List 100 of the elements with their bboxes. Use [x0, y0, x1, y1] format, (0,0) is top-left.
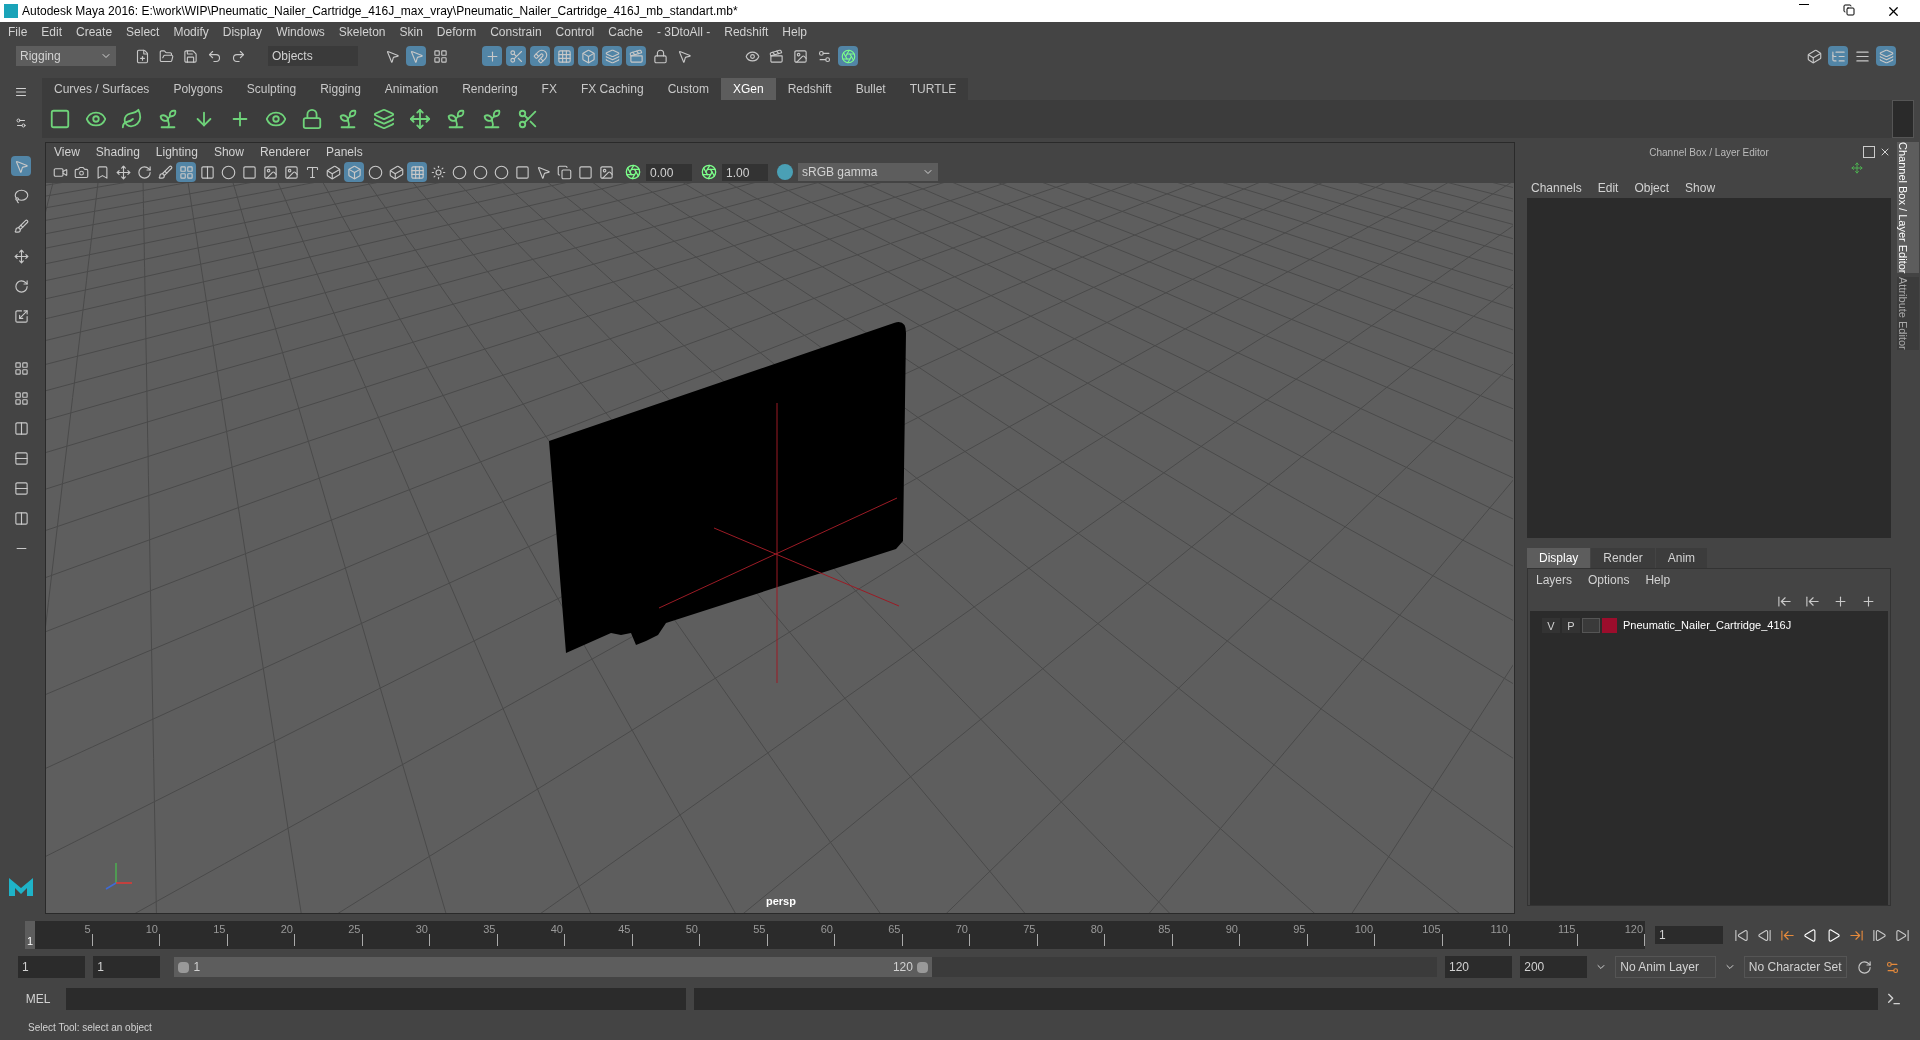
menu-item[interactable]: Modify — [173, 23, 209, 41]
float-button[interactable] — [1863, 146, 1875, 158]
range-handle-icon[interactable] — [178, 961, 190, 973]
menu-item[interactable]: Skeleton — [338, 23, 386, 41]
viewport-menu-item[interactable]: Show — [213, 143, 244, 161]
menu-item[interactable]: Help — [782, 23, 807, 41]
grid-icon[interactable] — [176, 162, 196, 182]
layer-menu-item[interactable]: Help — [1645, 571, 1671, 589]
menu-item[interactable]: Redshift — [724, 23, 769, 41]
shelf-scrollbar[interactable] — [1892, 100, 1914, 138]
menu-item[interactable]: Control — [555, 23, 595, 41]
shelf-tab[interactable]: Curves / Surfaces — [42, 78, 162, 100]
menu-item[interactable]: Display — [222, 23, 263, 41]
layers-icon[interactable] — [372, 106, 396, 132]
playback-start-field[interactable]: 1 — [93, 956, 161, 978]
menu-item[interactable]: Create — [76, 23, 113, 41]
start-time-field[interactable]: 1 — [18, 956, 86, 978]
anim-layer-dropdown[interactable]: No Anim Layer — [1615, 956, 1716, 978]
select-tool-icon[interactable] — [11, 156, 31, 176]
shelf-tab[interactable]: Custom — [655, 78, 721, 100]
shelf-tab[interactable]: XGen — [720, 78, 776, 100]
range-slider-track[interactable]: 1 120 — [174, 957, 1437, 977]
layer-menu-item[interactable]: Layers — [1536, 571, 1573, 589]
gamma-icon[interactable] — [701, 164, 717, 180]
checker-icon[interactable] — [407, 162, 427, 182]
lock-icon[interactable] — [300, 106, 324, 132]
viewport-menu-item[interactable]: Renderer — [259, 143, 310, 161]
shelf-tab[interactable]: Redshift — [775, 78, 844, 100]
current-frame-field[interactable]: 1 — [1655, 926, 1723, 944]
menu-item[interactable]: Select — [126, 23, 160, 41]
channel-box-menu-item[interactable]: Edit — [1597, 179, 1619, 197]
menu-item[interactable]: Cache — [608, 23, 643, 41]
command-language-label[interactable]: MEL — [18, 990, 58, 1008]
menu-item[interactable]: Skin — [399, 23, 423, 41]
menu-item[interactable]: Constrain — [490, 23, 542, 41]
character-set-dropdown[interactable]: No Character Set — [1743, 956, 1847, 978]
cube-icon[interactable] — [344, 162, 364, 182]
layer-name[interactable]: Pneumatic_Nailer_Cartridge_416J — [1623, 616, 1792, 634]
gamma-field[interactable]: 1.00 — [722, 163, 768, 181]
color-space-dropdown[interactable]: sRGB gamma — [798, 163, 938, 181]
shelf-menu-icon[interactable] — [15, 85, 27, 98]
menu-item[interactable]: - 3DtoAll - — [656, 23, 711, 41]
settings-icon[interactable] — [15, 116, 27, 129]
shelf-tab[interactable]: TURTLE — [897, 78, 969, 100]
menu-item[interactable]: Edit — [41, 23, 63, 41]
frame-tick-label: 90 — [1225, 922, 1238, 937]
viewport-menu-item[interactable]: Shading — [95, 143, 140, 161]
end-time-field[interactable]: 200 — [1520, 956, 1588, 978]
command-input-field[interactable] — [66, 988, 686, 1010]
range-handle-icon[interactable] — [916, 961, 928, 973]
visibility-toggle[interactable]: V — [1542, 617, 1560, 633]
exposure-icon[interactable] — [625, 164, 641, 180]
viewport-3d[interactable]: persp — [46, 183, 1514, 913]
shelf-tab[interactable]: Polygons — [161, 78, 235, 100]
shelf-tab[interactable]: FX Caching — [568, 78, 656, 100]
range-slider-bar[interactable] — [174, 957, 932, 977]
close-button[interactable] — [1879, 146, 1891, 158]
grid-snap-icon[interactable] — [554, 46, 574, 66]
reference-toggle[interactable] — [1582, 617, 1600, 633]
viewport-menu-item[interactable]: Lighting — [155, 143, 198, 161]
arrows-icon[interactable] — [408, 106, 432, 132]
frame-tick-label: 15 — [213, 922, 226, 937]
layer-editor-tab[interactable]: Anim — [1655, 548, 1708, 568]
cross-icon[interactable] — [482, 46, 502, 66]
select-object-icon[interactable] — [406, 46, 426, 66]
side-tab[interactable]: Attribute Editor — [1897, 277, 1919, 351]
frame-tick-label: 100 — [1354, 922, 1373, 937]
layer-editor-tab[interactable]: Display — [1527, 548, 1591, 568]
viewport-menu-item[interactable]: Panels — [325, 143, 363, 161]
channel-box-menu-item[interactable]: Object — [1634, 179, 1670, 197]
shelf-tab[interactable]: Sculpting — [234, 78, 309, 100]
channel-box-menu-item[interactable]: Show — [1685, 179, 1716, 197]
exposure-field[interactable]: 0.00 — [646, 163, 692, 181]
selection-mode-field[interactable]: Objects — [268, 46, 358, 66]
menu-item[interactable]: Deform — [436, 23, 477, 41]
aperture-icon[interactable] — [838, 46, 858, 66]
playback-toggle[interactable]: P — [1562, 617, 1580, 633]
side-tab[interactable]: Channel Box / Layer Editor — [1897, 142, 1919, 274]
channel-box-icon[interactable] — [1876, 46, 1896, 66]
playback-end-field[interactable]: 120 — [1445, 956, 1513, 978]
viewport-menu-item[interactable]: View — [54, 143, 80, 161]
shelf-tab[interactable]: Rigging — [308, 78, 373, 100]
current-frame-marker[interactable]: 1 — [25, 921, 35, 949]
layer-color-swatch[interactable] — [1602, 617, 1617, 633]
time-ruler[interactable]: 1 5 10 15 20 25 30 35 40 45 50 55 60 65 70 75 80 85 90 95 100 105 110 115 120 — [25, 921, 1645, 949]
shelf-tab[interactable]: Animation — [372, 78, 451, 100]
layer-menu-item[interactable]: Options — [1588, 571, 1630, 589]
menu-item[interactable]: File — [8, 23, 28, 41]
layer-editor-tab[interactable]: Render — [1591, 548, 1655, 568]
clapper-icon[interactable] — [626, 46, 646, 66]
channel-box-menu-item[interactable]: Channels — [1531, 179, 1582, 197]
shelf-tab[interactable]: FX — [529, 78, 569, 100]
script-editor-icon[interactable] — [1886, 991, 1902, 1007]
layers-icon[interactable] — [602, 46, 622, 66]
shelf-tab[interactable]: Rendering — [450, 78, 530, 100]
menu-set-dropdown[interactable]: Rigging — [16, 46, 116, 66]
shelf-tab[interactable]: Bullet — [843, 78, 898, 100]
magnet-icon[interactable] — [530, 46, 550, 66]
menu-item[interactable]: Windows — [276, 23, 325, 41]
attribute-editor-icon[interactable] — [1828, 46, 1848, 66]
